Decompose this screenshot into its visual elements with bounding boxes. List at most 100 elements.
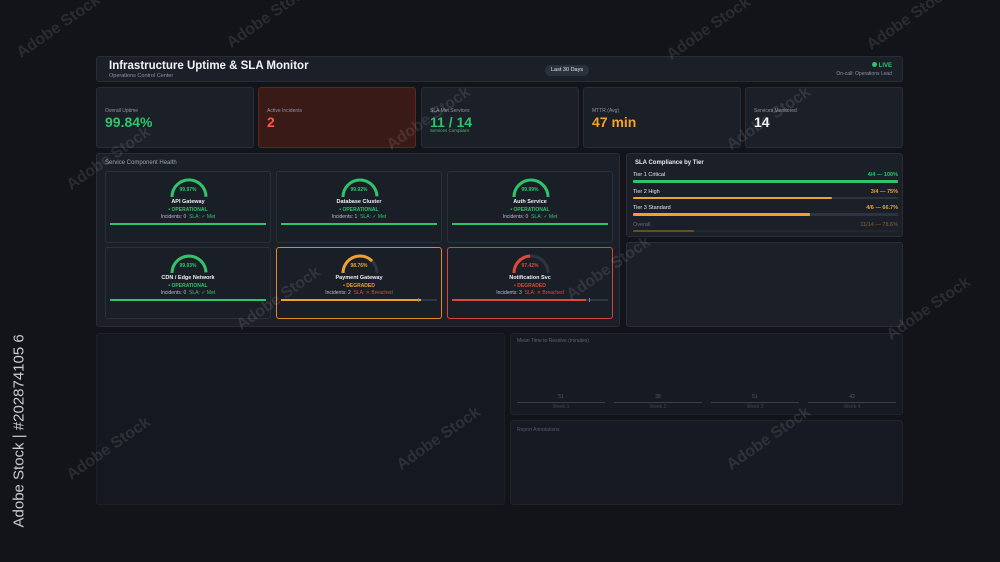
kpi-card-incidents: Active Incidents 2 [258,87,416,148]
page-subtitle: Operations Control Center [109,73,174,79]
service-name: Auth Service [513,199,547,205]
incident-count: Incidents: 0 [160,214,187,220]
sla-status: SLA: ✕ Breached [524,290,564,296]
mttr-panel: Mean Time to Resolve (minutes) 51 Week 1 3… [510,333,903,415]
empty-panel [626,242,903,327]
service-name: Payment Gateway [335,275,383,281]
uptime-bar [452,223,608,225]
uptime-percent: 99.97% [179,187,197,193]
tier-progress [633,229,898,232]
report-annotations-panel: Report Annotations [510,420,903,505]
kpi-value: 47 min [592,114,637,130]
sla-target-marker [589,298,591,302]
incident-line: Incidents: 0 SLA: ✓ Met [448,214,612,220]
sla-compliance-panel: SLA Compliance by Tier Tier 1 Critical 4/… [626,153,903,237]
week-label: Week 2 [649,404,667,410]
tier-progress [633,180,898,183]
live-indicator: LIVE [871,62,892,69]
tier-value: 4/6 — 66.7% [866,205,898,211]
oncall-label: On-call: Operations Lead [836,71,892,77]
sla-status: SLA: ✓ Met [360,214,387,220]
watermark-text: Adobe Stock [863,0,954,54]
week-column: 42 Week 4 [808,394,896,410]
uptime-bar [110,223,266,225]
incident-count: Incidents: 2 [325,290,351,296]
status-badge: • OPERATIONAL [168,283,208,289]
service-card[interactable]: 99.92% Database Cluster • OPERATIONAL Incid… [276,171,442,243]
status-badge: • OPERATIONAL [339,207,379,213]
kpi-note: Services Compliant [430,128,469,133]
live-label: LIVE [878,63,892,69]
tier-label: Overall [633,221,651,228]
kpi-card-services: Services Monitored 14 [745,87,903,148]
uptime-bar-fill [452,299,587,301]
incident-count: Incidents: 0 [502,214,529,220]
incident-line: Incidents: 0 SLA: ✓ Met [106,290,270,296]
kpi-value: 2 [267,114,275,130]
status-badge: • DEGRADED [514,283,546,289]
tier-value: 11/14 — 78.6% [860,221,898,228]
kpi-card-sla-met: SLA Met Services 11 / 14 Services Compli… [421,87,579,148]
week-baseline [808,402,896,403]
service-health-panel: Service Component Health 99.97% API Gatew… [96,153,620,327]
tier-progress [633,213,898,216]
page-title: Infrastructure Uptime & SLA Monitor [109,60,309,72]
kpi-card-mttr: MTTR (Avg) 47 min [583,87,741,148]
stock-id-label: Adobe Stock | #202874105 6 [10,334,28,528]
sla-status: SLA: ✓ Met [531,214,558,220]
kpi-value: 14 [754,114,770,130]
service-card[interactable]: 99.93% CDN / Edge Network • OPERATIONAL Inc… [105,247,271,319]
incident-line: Incidents: 1 SLA: ✓ Met [277,214,441,220]
tier-progress-fill [633,180,898,183]
watermark-text: Adobe Stock [223,0,314,52]
uptime-bar-fill [110,223,266,225]
week-value: 42 [849,394,855,400]
week-baseline [711,402,799,403]
incident-count: Incidents: 0 [160,290,187,296]
week-column: 51 Week 1 [517,394,605,410]
week-label: Week 4 [843,404,861,410]
tier-label: Tier 2 High [633,188,660,195]
service-name: CDN / Edge Network [161,275,215,281]
panel-title: Service Component Health [105,160,177,166]
service-card[interactable]: 99.97% API Gateway • OPERATIONAL Incidents:… [105,171,271,243]
watermark-text: Adobe Stock [13,0,104,62]
header-bar: Infrastructure Uptime & SLA Monitor Oper… [96,56,903,82]
date-range-button[interactable]: Last 30 Days [545,65,590,76]
incident-line: Incidents: 0 SLA: ✓ Met [106,214,270,220]
tier-progress-fill [633,213,810,216]
sla-status: SLA: ✓ Met [189,290,216,296]
dashboard: Infrastructure Uptime & SLA Monitor Oper… [0,0,1000,562]
tier-progress-fill [633,196,832,199]
uptime-percent: 97.42% [521,263,539,269]
kpi-card-uptime: Overall Uptime 99.84% [96,87,254,148]
incident-count: Incidents: 3 [496,290,522,296]
watermark-text: Adobe Stock [663,0,754,64]
kpi-value: 99.84% [105,114,153,130]
service-card[interactable]: 97.42% Notification Svc • DEGRADED Incident… [447,247,613,319]
uptime-percent: 99.92% [350,187,368,193]
week-label: Week 3 [746,404,764,410]
sla-target-marker [418,298,420,302]
service-card[interactable]: 98.76% Payment Gateway • DEGRADED Incidents… [276,247,442,319]
panel-title: Mean Time to Resolve (minutes) [517,338,589,344]
service-name: Database Cluster [336,199,382,205]
week-column: 38 Week 2 [614,394,702,410]
status-badge: • OPERATIONAL [168,207,208,213]
uptime-bar [281,298,437,302]
tier-value: 4/4 — 100% [867,172,898,178]
status-badge: • DEGRADED [343,283,375,289]
chart-panel-placeholder [96,333,505,505]
live-dot-icon [871,62,877,67]
tier-value: 3/4 — 75% [870,188,898,195]
incident-line: Incidents: 3 SLA: ✕ Breached [448,290,612,296]
tier-progress [633,196,898,199]
week-baseline [614,402,702,403]
uptime-bar [110,299,266,301]
service-card[interactable]: 99.99% Auth Service • OPERATIONAL Incidents… [447,171,613,243]
week-label: Week 1 [552,404,570,410]
week-value: 51 [558,394,564,400]
tier-label: Tier 1 Critical [633,172,666,178]
service-name: API Gateway [171,199,205,205]
sla-status: SLA: ✕ Breached [353,290,393,296]
